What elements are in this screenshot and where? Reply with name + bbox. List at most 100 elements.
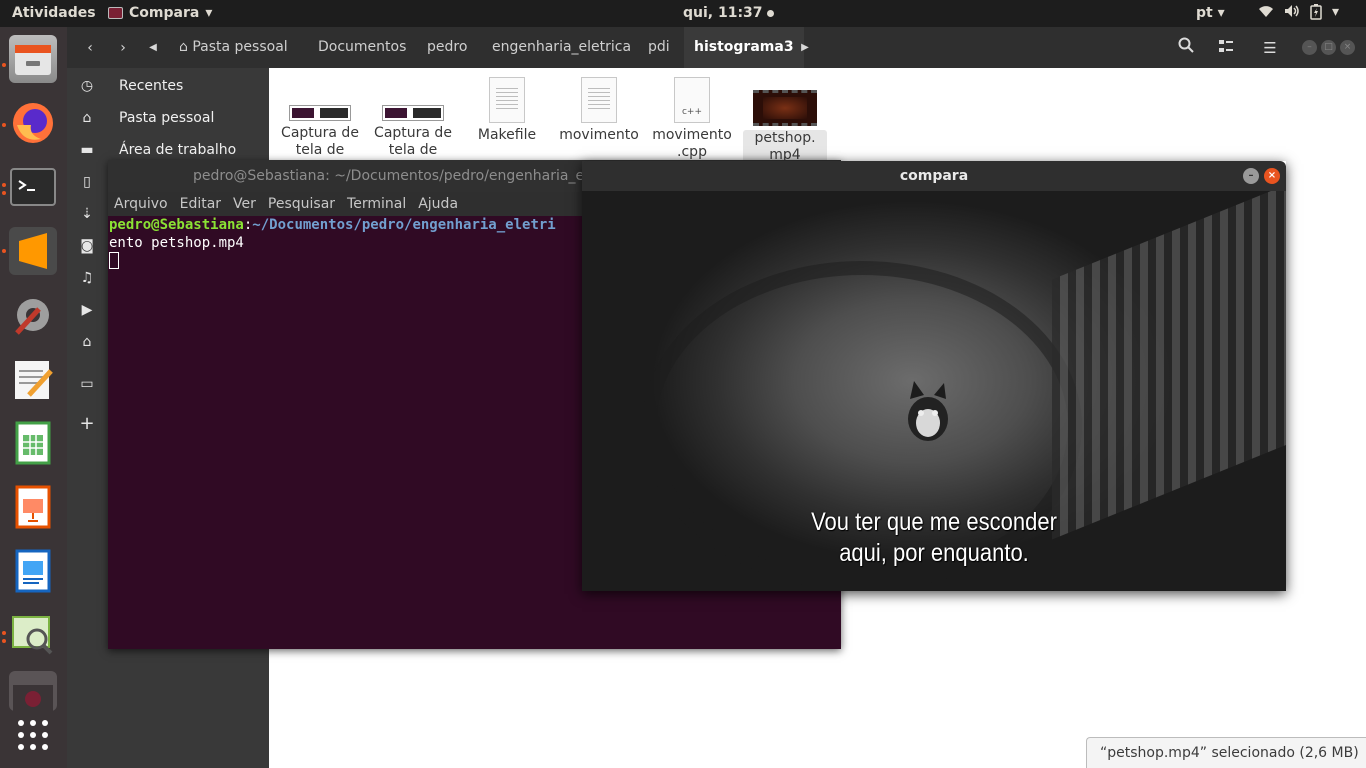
menu-pesquisar[interactable]: Pesquisar	[268, 192, 335, 216]
home-icon[interactable]: ⌂	[77, 108, 97, 128]
breadcrumb-scroll-left[interactable]: ◀	[145, 35, 161, 61]
battery-icon	[1310, 4, 1322, 24]
menu-ver[interactable]: Ver	[233, 192, 256, 216]
folder-icon[interactable]: ▬	[77, 140, 97, 160]
breadcrumb-label: Pasta pessoal	[192, 39, 288, 55]
menu-terminal[interactable]: Terminal	[347, 192, 406, 216]
minimize-button[interactable]: –	[1302, 40, 1317, 55]
breadcrumb-documentos[interactable]: Documentos	[318, 27, 406, 68]
video-frame: Vou ter que me esconder aqui, por enquan…	[582, 191, 1286, 591]
menu-ajuda[interactable]: Ajuda	[418, 192, 458, 216]
terminal-icon[interactable]	[9, 163, 57, 211]
close-button[interactable]: ×	[1340, 40, 1355, 55]
firefox-icon[interactable]	[9, 99, 57, 147]
file-item[interactable]: c++ movimento .cpp	[650, 72, 734, 161]
triangle-left-icon: ◀	[149, 42, 157, 53]
sidebar-item-recentes[interactable]: Recentes	[119, 78, 183, 94]
close-icon: ×	[1343, 42, 1352, 52]
camera-icon[interactable]: ◙	[77, 236, 97, 256]
text-editor-icon[interactable]	[9, 355, 57, 403]
volume-icon	[1284, 4, 1300, 24]
video-fence	[1052, 191, 1286, 540]
breadcrumb-pedro[interactable]: pedro	[427, 27, 467, 68]
trash-icon[interactable]: ⌂	[77, 332, 97, 352]
sidebar-icon-column: ◷ ⌂ ▬ ▯ ⇣ ◙ ♫ ▶ ⌂ ▭ +	[67, 68, 107, 768]
folder-open-icon[interactable]: ▭	[77, 374, 97, 394]
files-icon[interactable]	[9, 35, 57, 83]
search-button[interactable]	[1173, 35, 1199, 61]
file-name: Makefile	[477, 127, 537, 143]
video-icon[interactable]: ▶	[77, 300, 97, 320]
menu-arquivo[interactable]: Arquivo	[114, 192, 168, 216]
image-viewer-icon[interactable]	[9, 611, 57, 659]
menu-editar[interactable]: Editar	[180, 192, 221, 216]
app-menu[interactable]: Compara ▾	[108, 5, 212, 21]
file-item[interactable]: Makefile	[465, 72, 549, 144]
add-location-icon[interactable]: +	[77, 414, 97, 434]
file-item[interactable]: Captura de tela de	[371, 72, 455, 159]
terminal-line: ento petshop.mp4	[109, 235, 244, 251]
selection-status: “petshop.mp4” selecionado (2,6 MB)	[1086, 737, 1366, 768]
language-menu[interactable]: pt ▾	[1196, 5, 1225, 21]
system-menu-icon: ▾	[1332, 4, 1340, 20]
settings-icon[interactable]	[9, 291, 57, 339]
app-grid-icon[interactable]	[9, 711, 57, 759]
subtitle-line-2: aqui, por enquanto.	[839, 539, 1029, 567]
chevron-right-icon: ›	[120, 40, 126, 56]
forward-button[interactable]: ›	[109, 35, 137, 61]
terminal-cursor	[109, 252, 119, 269]
spreadsheet-icon[interactable]	[9, 419, 57, 467]
minimize-icon: –	[1248, 170, 1254, 181]
prompt-path: ~/Documentos/pedro/engenharia_eletri	[252, 217, 556, 233]
compara-titlebar[interactable]: compara – ×	[582, 161, 1286, 191]
minimize-button[interactable]: –	[1243, 168, 1259, 184]
breadcrumb-home[interactable]: ⌂ Pasta pessoal	[175, 27, 300, 68]
writer-icon[interactable]	[9, 547, 57, 595]
download-icon[interactable]: ⇣	[77, 204, 97, 224]
clock-icon[interactable]: ◷	[77, 76, 97, 96]
breadcrumb-scroll-right[interactable]: ▶	[797, 35, 813, 61]
presentation-icon[interactable]	[9, 483, 57, 531]
binary-file-icon	[581, 77, 617, 123]
menu-button[interactable]: ☰	[1257, 35, 1283, 61]
triangle-right-icon: ▶	[801, 42, 809, 53]
sidebar-item-pasta-pessoal[interactable]: Pasta pessoal	[119, 110, 214, 126]
breadcrumb-pdi[interactable]: pdi	[648, 27, 670, 68]
window-thumbnail[interactable]	[9, 671, 57, 711]
clock[interactable]: qui, 11:37	[683, 5, 774, 21]
file-name: movimento .cpp	[652, 127, 732, 160]
running-indicator	[2, 631, 6, 635]
activities-button[interactable]: Atividades	[12, 5, 96, 21]
compara-app-icon	[108, 7, 123, 19]
video-thumbnail	[753, 90, 817, 126]
text-file-icon	[489, 77, 525, 123]
minimize-icon: –	[1307, 42, 1312, 52]
puppy-figure	[908, 381, 948, 441]
sublime-text-icon[interactable]	[9, 227, 57, 275]
chevron-down-icon: ▾	[205, 5, 213, 21]
back-button[interactable]: ‹	[76, 35, 104, 61]
close-button[interactable]: ×	[1264, 168, 1280, 184]
chevron-left-icon: ‹	[87, 40, 93, 56]
document-icon[interactable]: ▯	[77, 172, 97, 192]
cpp-file-icon: c++	[674, 77, 710, 123]
system-tray[interactable]: ▾	[1258, 4, 1339, 24]
maximize-button[interactable]: □	[1321, 40, 1336, 55]
sidebar-item-area-de-trabalho[interactable]: Área de trabalho	[119, 142, 236, 158]
screenshot-thumbnail	[289, 105, 351, 121]
breadcrumb-histograma3[interactable]: histograma3	[684, 27, 804, 68]
home-icon: ⌂	[179, 39, 188, 55]
compara-window[interactable]: compara – × Vou ter que me esconder aqui…	[582, 161, 1286, 591]
file-item[interactable]: Captura de tela de	[278, 72, 362, 159]
running-indicator	[2, 63, 6, 67]
file-item[interactable]: movimento	[557, 72, 641, 144]
dock	[0, 27, 67, 768]
file-name: Captura de tela de	[281, 125, 359, 158]
view-toggle-button[interactable]	[1213, 35, 1239, 61]
breadcrumb-engenharia-eletrica[interactable]: engenharia_eletrica	[492, 27, 631, 68]
subtitle-line-1: Vou ter que me esconder	[811, 508, 1057, 536]
prompt-user: pedro@Sebastiana	[109, 217, 244, 233]
file-manager-header: ‹ › ◀ ⌂ Pasta pessoal Documentos pedro e…	[67, 27, 1366, 68]
music-icon[interactable]: ♫	[77, 268, 97, 288]
file-item-selected[interactable]: petshop. mp4	[743, 72, 827, 164]
